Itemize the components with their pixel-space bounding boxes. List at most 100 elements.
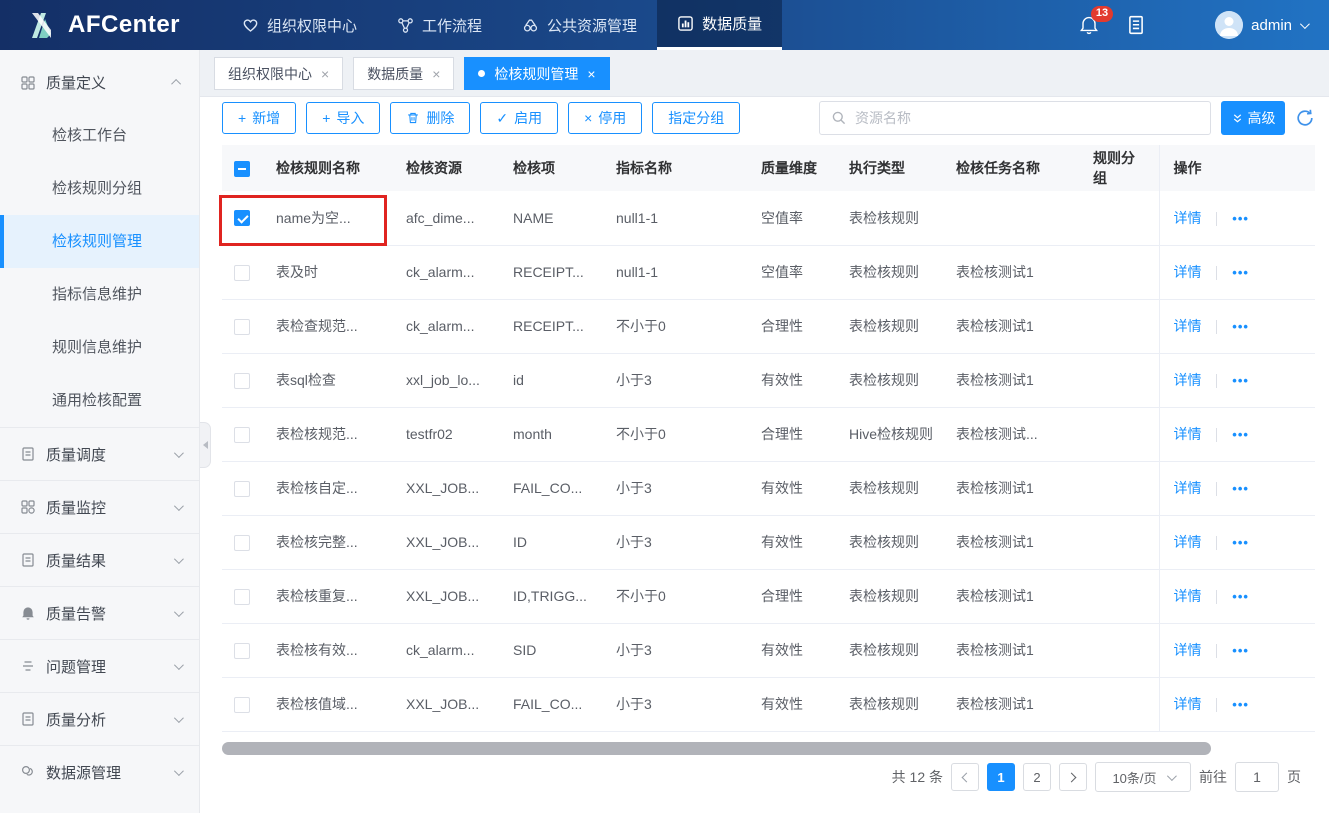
refresh-button[interactable]	[1295, 108, 1315, 128]
close-icon[interactable]: ×	[587, 67, 595, 81]
goto-label: 前往	[1199, 769, 1227, 785]
delete-button[interactable]: 删除	[390, 102, 471, 134]
row-checkbox[interactable]	[234, 534, 250, 551]
detail-link[interactable]: 详情	[1174, 480, 1202, 496]
more-actions-button[interactable]: •••	[1232, 373, 1249, 388]
table-header-row: 检核规则名称 检核资源 检核项 指标名称 质量维度 执行类型 检核任务名称 规则…	[222, 145, 1315, 191]
grid-icon	[21, 500, 35, 514]
sidebar-collapse-handle[interactable]	[200, 422, 211, 468]
row-checkbox[interactable]	[234, 696, 250, 713]
cell-dimension: 有效性	[747, 353, 835, 408]
tab-org-permissions[interactable]: 组织权限中心 ×	[214, 57, 344, 90]
disable-button[interactable]: × 停用	[568, 102, 643, 134]
enable-button[interactable]: ✓ 启用	[480, 102, 559, 134]
close-icon[interactable]: ×	[321, 67, 329, 81]
row-checkbox[interactable]	[234, 480, 250, 497]
more-actions-button[interactable]: •••	[1232, 535, 1249, 550]
row-checkbox[interactable]	[234, 210, 250, 227]
cell-metric: 小于3	[602, 515, 747, 570]
import-button[interactable]: + 导入	[306, 102, 381, 134]
add-button[interactable]: + 新增	[222, 102, 297, 134]
row-checkbox[interactable]	[234, 264, 250, 281]
sidebar-item-metric-info[interactable]: 指标信息维护	[0, 268, 199, 321]
notifications-button[interactable]: 13	[1079, 6, 1114, 35]
more-actions-button[interactable]: •••	[1232, 481, 1249, 496]
cell-exec-type: 表检核规则	[835, 191, 942, 246]
more-actions-button[interactable]: •••	[1232, 427, 1249, 442]
column-header-check-item: 检核项	[499, 145, 602, 191]
document-icon	[1129, 15, 1144, 35]
row-checkbox[interactable]	[234, 426, 250, 443]
more-actions-button[interactable]: •••	[1232, 643, 1249, 658]
row-checkbox[interactable]	[234, 588, 250, 605]
cell-dimension: 有效性	[747, 623, 835, 678]
sidebar-group-quality-results[interactable]: 质量结果	[0, 533, 199, 586]
assign-group-button[interactable]: 指定分组	[652, 102, 741, 134]
sidebar-group-datasource-management[interactable]: 数据源管理	[0, 745, 199, 798]
sidebar-group-issue-management[interactable]: 问题管理	[0, 639, 199, 692]
detail-link[interactable]: 详情	[1174, 318, 1202, 334]
detail-link[interactable]: 详情	[1174, 210, 1202, 226]
tab-check-rule-management[interactable]: 检核规则管理 ×	[464, 57, 610, 90]
nav-item-public-resources[interactable]: 公共资源管理	[502, 0, 657, 50]
user-menu[interactable]: admin	[1215, 11, 1310, 39]
cell-rule-name: 表检查规范...	[262, 299, 392, 354]
detail-link[interactable]: 详情	[1174, 426, 1202, 442]
table-row: 表检核重复... XXL_JOB... ID,TRIGG... 不小于0 合理性…	[222, 569, 1315, 624]
sidebar-group-quality-monitoring[interactable]: 质量监控	[0, 480, 199, 533]
sidebar-group-quality-definition[interactable]: 质量定义	[0, 56, 199, 109]
sidebar-group-label: 数据源管理	[46, 764, 122, 782]
sidebar-group-label: 问题管理	[46, 658, 107, 676]
more-actions-button[interactable]: •••	[1232, 589, 1249, 604]
row-checkbox[interactable]	[234, 318, 250, 335]
detail-link[interactable]: 详情	[1174, 696, 1202, 712]
app-logo[interactable]: AFCenter	[0, 0, 222, 50]
detail-link[interactable]: 详情	[1174, 264, 1202, 280]
sidebar-item-general-check-config[interactable]: 通用检核配置	[0, 374, 199, 427]
nav-item-workflow[interactable]: 工作流程	[377, 0, 502, 50]
advanced-search-button[interactable]: 高级	[1221, 101, 1285, 135]
grid-icon	[21, 75, 35, 90]
table-row: 表sql检查 xxl_job_lo... id 小于3 有效性 表检核规则 表检…	[222, 353, 1315, 408]
sidebar-item-rule-info[interactable]: 规则信息维护	[0, 321, 199, 374]
prev-page-button[interactable]	[951, 763, 979, 791]
tab-data-quality[interactable]: 数据质量 ×	[353, 57, 455, 90]
cell-task-name: 表检核测试...	[942, 407, 1079, 462]
sidebar-group-label: 质量定义	[46, 75, 107, 92]
next-page-button[interactable]	[1059, 763, 1087, 791]
sidebar-group-label: 质量分析	[46, 711, 107, 729]
row-checkbox[interactable]	[234, 372, 250, 389]
page-size-select[interactable]: 10条/页	[1095, 762, 1191, 792]
close-icon[interactable]: ×	[432, 67, 440, 81]
nav-item-data-quality[interactable]: 数据质量	[657, 0, 783, 50]
more-actions-button[interactable]: •••	[1232, 697, 1249, 712]
goto-page-input[interactable]	[1235, 762, 1279, 792]
detail-link[interactable]: 详情	[1174, 534, 1202, 550]
trash-icon	[408, 112, 419, 124]
table-row: 表检核有效... ck_alarm... SID 小于3 有效性 表检核规则 表…	[222, 623, 1315, 678]
more-actions-button[interactable]: •••	[1232, 265, 1249, 280]
detail-link[interactable]: 详情	[1174, 642, 1202, 658]
scrollbar-thumb[interactable]	[222, 742, 1211, 755]
sidebar-item-check-rule-management[interactable]: 检核规则管理	[0, 215, 199, 268]
page-button-2[interactable]: 2	[1023, 763, 1051, 791]
sidebar-item-check-rule-group[interactable]: 检核规则分组	[0, 162, 199, 215]
cell-metric: 不小于0	[602, 407, 747, 462]
more-actions-button[interactable]: •••	[1232, 319, 1249, 334]
divider	[1216, 374, 1218, 389]
sidebar-group-quality-alerts[interactable]: 质量告警	[0, 586, 199, 639]
sidebar-group-quality-analysis[interactable]: 质量分析	[0, 692, 199, 745]
nav-item-org-permissions[interactable]: 组织权限中心	[222, 0, 377, 50]
more-actions-button[interactable]: •••	[1232, 211, 1249, 226]
select-all-checkbox[interactable]	[234, 160, 250, 177]
docs-button[interactable]	[1127, 15, 1145, 35]
sidebar-item-check-workbench[interactable]: 检核工作台	[0, 109, 199, 162]
detail-link[interactable]: 详情	[1174, 372, 1202, 388]
table-row: 表检核自定... XXL_JOB... FAIL_CO... 小于3 有效性 表…	[222, 461, 1315, 516]
sidebar-group-quality-scheduling[interactable]: 质量调度	[0, 427, 199, 480]
table-row: 表检查规范... ck_alarm... RECEIPT... 不小于0 合理性…	[222, 299, 1315, 354]
page-button-1[interactable]: 1	[987, 763, 1015, 791]
detail-link[interactable]: 详情	[1174, 588, 1202, 604]
search-input[interactable]	[855, 110, 1199, 126]
row-checkbox[interactable]	[234, 642, 250, 659]
